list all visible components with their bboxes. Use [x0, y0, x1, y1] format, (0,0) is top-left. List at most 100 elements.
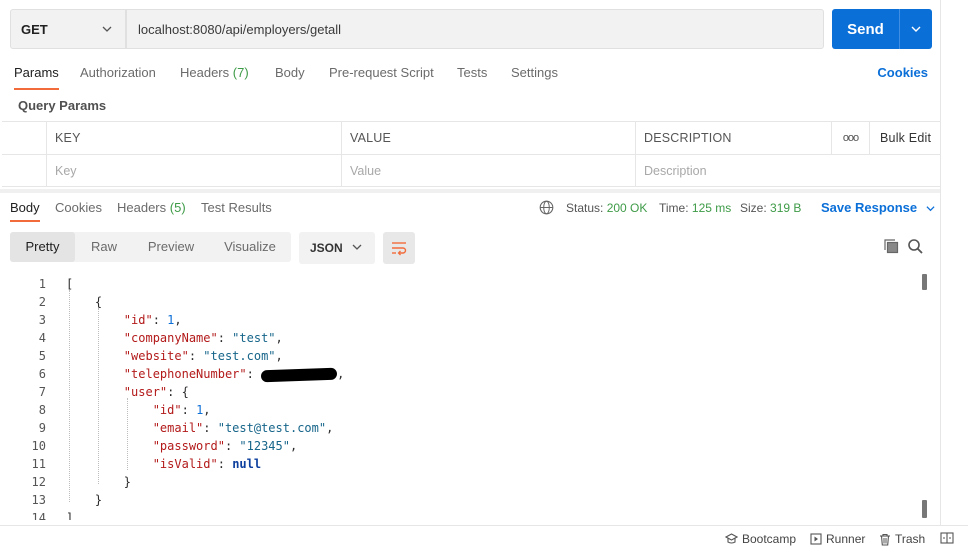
- tab-settings[interactable]: Settings: [511, 58, 558, 90]
- json-punct: [66, 421, 153, 435]
- code-text: ]: [66, 509, 73, 520]
- wrap-lines-button[interactable]: [383, 232, 415, 264]
- scrollbar-thumb-bottom[interactable]: [922, 500, 927, 518]
- request-bar: GET localhost:8080/api/employers/getall …: [10, 9, 932, 49]
- response-divider[interactable]: [0, 189, 940, 193]
- status-value: 200 OK: [606, 201, 648, 215]
- param-value-input[interactable]: Value: [341, 155, 636, 187]
- code-line: 2 {: [0, 293, 920, 311]
- json-punct: [66, 349, 124, 363]
- code-line: 8 "id": 1,: [0, 401, 920, 419]
- json-punct: : {: [167, 385, 189, 399]
- json-value: "test.com": [203, 349, 276, 363]
- code-text: [: [66, 275, 73, 293]
- json-punct: ,: [174, 313, 182, 327]
- response-time[interactable]: Time: 125 ms: [659, 196, 731, 220]
- json-punct: :: [181, 403, 197, 417]
- wrap-lines-icon: [392, 242, 407, 256]
- line-number: 11: [31, 457, 46, 471]
- request-tabs: Params Authorization Headers (7) Body Pr…: [0, 58, 940, 90]
- code-line: 7 "user": {: [0, 383, 920, 401]
- code-line: 13 }: [0, 491, 920, 509]
- scrollbar-thumb-top[interactable]: [922, 274, 927, 290]
- runner-button[interactable]: Runner: [810, 532, 865, 546]
- response-body-editor[interactable]: 1[2 {3 "id": 1, 4 "companyName": "test", 5…: [0, 272, 932, 520]
- json-punct: [66, 403, 153, 417]
- two-pane-view-button[interactable]: [940, 532, 954, 544]
- tab-pre-request-script[interactable]: Pre-request Script: [329, 58, 434, 90]
- params-table: KEY VALUE DESCRIPTION ooo Bulk Edit Key …: [2, 121, 940, 187]
- url-input[interactable]: localhost:8080/api/employers/getall: [126, 9, 824, 49]
- column-header-description: DESCRIPTION: [635, 122, 831, 154]
- code-text: "email": "test@test.com",: [66, 419, 334, 437]
- json-punct: {: [66, 295, 103, 309]
- line-number: 7: [38, 385, 46, 399]
- send-options-button[interactable]: [900, 24, 932, 34]
- format-label: JSON: [310, 241, 343, 255]
- size-value: 319 B: [770, 201, 802, 215]
- headers-count: (7): [232, 65, 249, 80]
- view-preview-button[interactable]: Preview: [136, 232, 206, 262]
- pane-divider: [940, 0, 941, 525]
- response-tab-cookies[interactable]: Cookies: [55, 196, 102, 222]
- trash-button[interactable]: Trash: [879, 532, 925, 546]
- copy-icon[interactable]: [883, 238, 900, 255]
- json-key: "isValid": [152, 457, 218, 471]
- cookies-link[interactable]: Cookies: [877, 58, 928, 88]
- response-tab-body[interactable]: Body: [10, 196, 40, 222]
- send-label: Send: [847, 20, 884, 38]
- response-size[interactable]: Size: 319 B: [740, 196, 801, 220]
- method-label: GET: [21, 21, 48, 37]
- json-punct: :: [203, 421, 218, 435]
- format-select[interactable]: JSON: [299, 232, 375, 264]
- json-punct: :: [224, 439, 240, 453]
- more-options-button[interactable]: ooo: [831, 122, 869, 154]
- bootcamp-button[interactable]: Bootcamp: [725, 532, 796, 546]
- json-punct: [66, 331, 124, 345]
- json-value: "test": [232, 331, 276, 345]
- json-punct: ,: [203, 403, 211, 417]
- code-text: "id": 1,: [66, 401, 211, 419]
- line-number: 12: [31, 475, 46, 489]
- bulk-edit-button[interactable]: Bulk Edit: [869, 122, 940, 154]
- view-pretty-button[interactable]: Pretty: [10, 232, 75, 262]
- line-number: 4: [38, 331, 46, 345]
- code-line: 3 "id": 1,: [0, 311, 920, 329]
- response-tab-test-results[interactable]: Test Results: [201, 196, 272, 222]
- json-key: "password": [152, 439, 225, 453]
- response-tab-headers[interactable]: Headers (5): [117, 196, 186, 222]
- code-text: "companyName": "test",: [66, 329, 283, 347]
- code-text: "id": 1,: [66, 311, 182, 329]
- globe-icon[interactable]: [539, 200, 554, 215]
- view-raw-button[interactable]: Raw: [80, 232, 128, 262]
- trash-icon: [880, 533, 890, 546]
- tab-params[interactable]: Params: [14, 58, 59, 90]
- line-number: 14: [31, 511, 46, 520]
- search-icon[interactable]: [907, 238, 924, 255]
- json-punct: [66, 439, 153, 453]
- param-key-input[interactable]: Key: [46, 155, 341, 187]
- code-line: 5 "website": "test.com",: [0, 347, 920, 365]
- code-text: "telephoneNumber": ,: [66, 365, 344, 383]
- send-button[interactable]: Send: [832, 9, 932, 49]
- column-header-key: KEY: [46, 122, 341, 154]
- json-punct: :: [217, 457, 233, 471]
- tab-tests[interactable]: Tests: [457, 58, 487, 90]
- json-punct: :: [188, 349, 204, 363]
- param-description-input[interactable]: Description: [635, 155, 940, 187]
- response-status[interactable]: Status: 200 OK: [566, 196, 647, 220]
- tab-authorization[interactable]: Authorization: [80, 58, 156, 90]
- json-punct: [: [66, 277, 74, 291]
- json-punct: [66, 457, 153, 471]
- query-params-title: Query Params: [18, 98, 107, 113]
- line-number: 6: [38, 367, 46, 381]
- json-punct: :: [152, 313, 168, 327]
- two-pane-icon: [940, 532, 954, 544]
- line-number: 13: [31, 493, 46, 507]
- view-visualize-button[interactable]: Visualize: [215, 232, 285, 262]
- save-response-button[interactable]: Save Response: [821, 196, 936, 220]
- tab-body[interactable]: Body: [275, 58, 305, 90]
- tab-headers[interactable]: Headers (7): [180, 58, 249, 90]
- chevron-down-icon: [102, 26, 112, 32]
- method-select[interactable]: GET: [10, 9, 126, 49]
